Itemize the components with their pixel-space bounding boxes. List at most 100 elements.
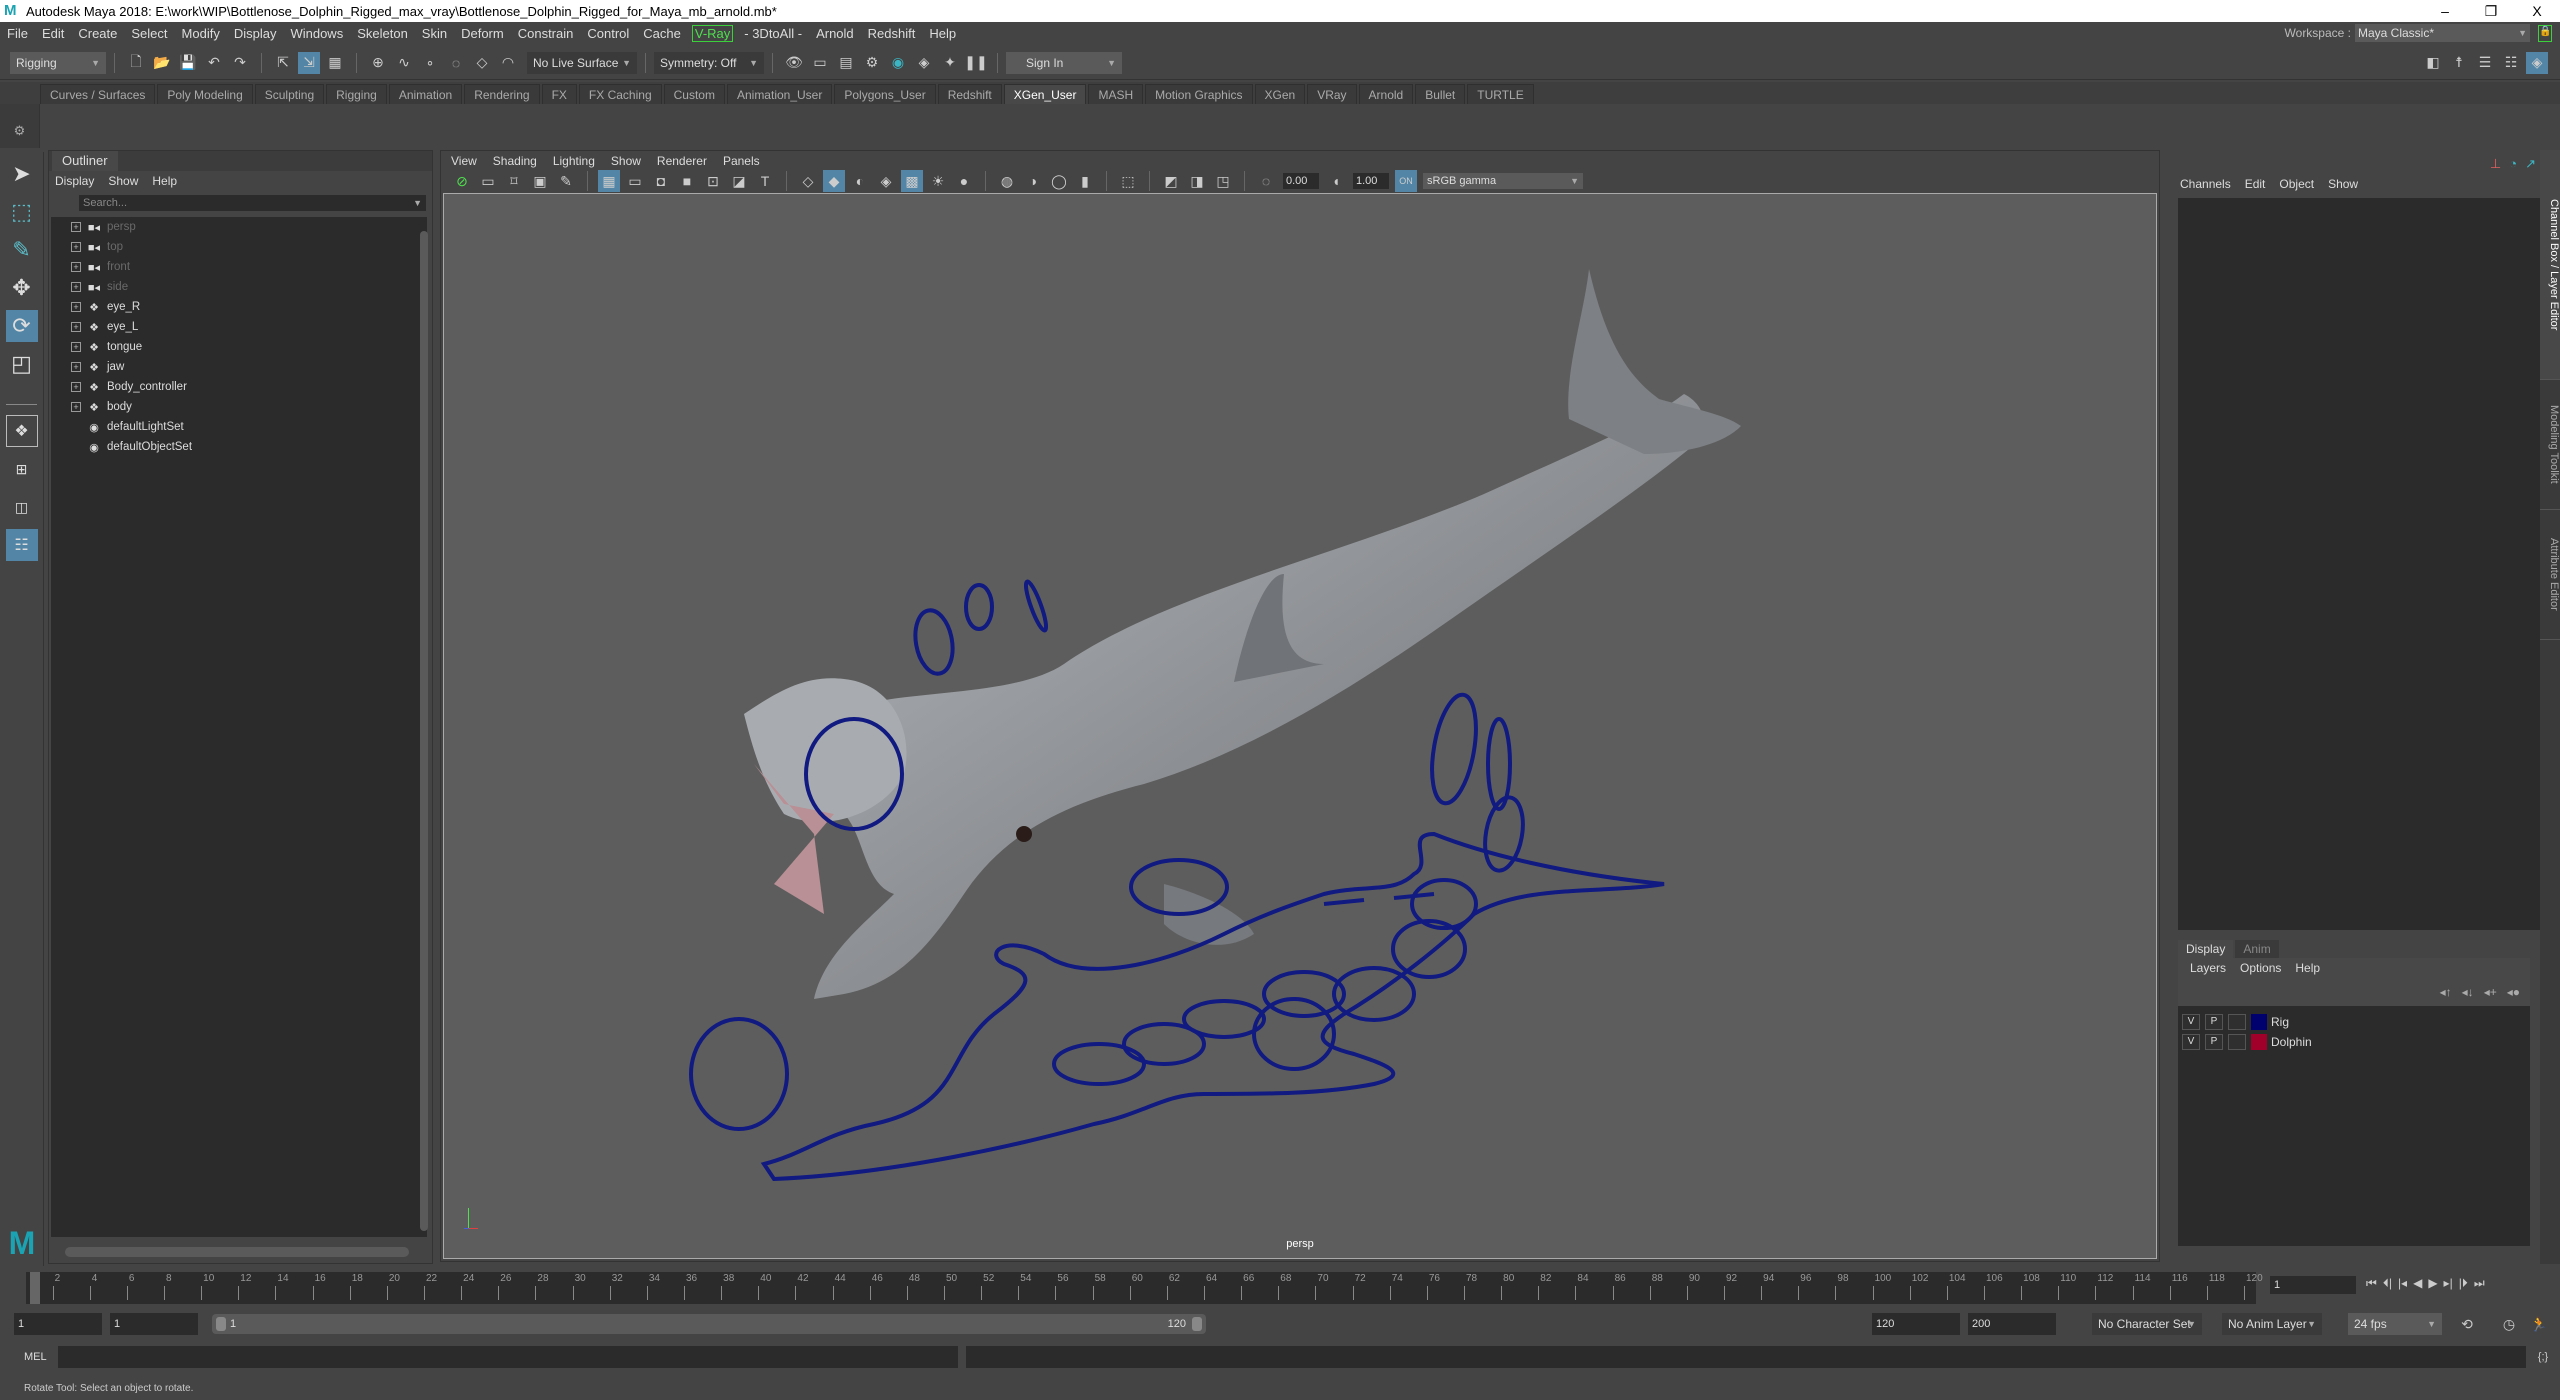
menu-set-dropdown[interactable]: Rigging: [10, 51, 106, 74]
paint-select-tool-icon[interactable]: ✎: [6, 234, 38, 266]
menu-cache[interactable]: Cache: [636, 26, 688, 41]
script-editor-icon[interactable]: {;}: [2532, 1346, 2554, 1368]
render-settings-icon[interactable]: ⚙: [861, 52, 883, 74]
snap-view-icon[interactable]: ◌: [445, 52, 467, 74]
live-surface-field[interactable]: No Live Surface: [527, 51, 637, 74]
grid-icon[interactable]: ▦: [598, 170, 620, 192]
expand-icon[interactable]: +: [71, 362, 81, 372]
shelf-tab-motion-graphics[interactable]: Motion Graphics: [1145, 84, 1253, 104]
sign-in-button[interactable]: Sign In: [1006, 51, 1122, 74]
menu-modify[interactable]: Modify: [175, 26, 227, 41]
menu-create[interactable]: Create: [71, 26, 124, 41]
side-tab-attribute-editor[interactable]: Attribute Editor: [2540, 510, 2560, 640]
shadows-icon[interactable]: ●: [953, 170, 975, 192]
minimize-button[interactable]: –: [2422, 0, 2468, 22]
play-backwards-button[interactable]: ◀: [2413, 1276, 2422, 1291]
outliner-menu-help[interactable]: Help: [152, 174, 177, 188]
outliner-item[interactable]: + ❖ body: [51, 397, 427, 417]
viewport-menu-renderer[interactable]: Renderer: [657, 154, 707, 168]
menu-help[interactable]: Help: [922, 26, 963, 41]
layer-editor-menu-options[interactable]: Options: [2240, 961, 2281, 975]
menu-windows[interactable]: Windows: [283, 26, 350, 41]
layer-display-type-toggle[interactable]: [2228, 1014, 2246, 1030]
image-plane-icon[interactable]: ▣: [529, 170, 551, 192]
menu-deform[interactable]: Deform: [454, 26, 511, 41]
snap-grid-icon[interactable]: ⊕: [367, 52, 389, 74]
outliner-layout-icon[interactable]: ☷: [5, 529, 38, 561]
expand-icon[interactable]: +: [71, 262, 81, 272]
bookmark-icon[interactable]: ⌑: [503, 170, 525, 192]
wireframe-on-shaded-icon[interactable]: ◈: [875, 170, 897, 192]
new-layer-from-selection-icon[interactable]: ◂●: [2507, 985, 2520, 999]
close-button[interactable]: X: [2514, 0, 2560, 22]
channel-box-icon[interactable]: ◈: [2526, 51, 2548, 74]
select-object-icon[interactable]: ⇲: [298, 51, 320, 74]
layer-row[interactable]: V P Dolphin: [2178, 1032, 2530, 1052]
outliner-item[interactable]: + ■◂ front: [51, 257, 427, 277]
xray-joints-icon[interactable]: ◳: [1212, 170, 1234, 192]
layer-editor-tab-display[interactable]: Display: [2178, 940, 2234, 958]
range-bar[interactable]: 1 120: [212, 1314, 1206, 1334]
persp-outliner-layout-icon[interactable]: ◫: [6, 491, 38, 523]
modeling-toolkit-icon[interactable]: ◧: [2422, 52, 2444, 74]
outliner-item[interactable]: ◉ defaultLightSet: [51, 417, 427, 437]
menu-control[interactable]: Control: [580, 26, 636, 41]
lights-icon[interactable]: ☀: [927, 170, 949, 192]
field-chart-icon[interactable]: ⊡: [702, 170, 724, 192]
outliner-search-input[interactable]: Search...: [79, 195, 426, 211]
exposure-icon[interactable]: ◌: [1255, 170, 1277, 192]
speed-icon[interactable]: ◔: [2509, 156, 2517, 172]
animation-start-field[interactable]: 1: [14, 1313, 102, 1335]
expand-icon[interactable]: +: [71, 282, 81, 292]
camera-attributes-icon[interactable]: ▭: [477, 170, 499, 192]
resolution-gate-icon[interactable]: ◘: [650, 170, 672, 192]
safe-action-icon[interactable]: ◪: [728, 170, 750, 192]
layer-playback-toggle[interactable]: P: [2205, 1034, 2223, 1050]
go-to-end-button[interactable]: ⏭: [2474, 1276, 2485, 1291]
expand-icon[interactable]: +: [71, 222, 81, 232]
outliner-item[interactable]: + ❖ eye_R: [51, 297, 427, 317]
shelf-tab-redshift[interactable]: Redshift: [937, 84, 1002, 104]
expand-icon[interactable]: +: [71, 322, 81, 332]
symmetry-dropdown[interactable]: Symmetry: Off: [654, 51, 764, 74]
hyper-icon[interactable]: ↗: [2525, 156, 2536, 172]
anti-aliasing-icon[interactable]: ◯: [1048, 170, 1070, 192]
shelf-tab-rendering[interactable]: Rendering: [464, 84, 540, 104]
grease-pencil-icon[interactable]: ✎: [555, 170, 577, 192]
snap-curve-icon[interactable]: ∿: [393, 52, 415, 74]
layer-visibility-toggle[interactable]: V: [2182, 1034, 2200, 1050]
select-hierarchy-icon[interactable]: ⇱: [272, 52, 294, 74]
expand-icon[interactable]: +: [71, 382, 81, 392]
step-forward-key-button[interactable]: ▸|: [2444, 1276, 2453, 1291]
manipulator-icon[interactable]: ⊥: [2490, 156, 2501, 172]
anim-layer-dropdown[interactable]: No Anim Layer: [2222, 1313, 2322, 1335]
film-gate-icon[interactable]: ▭: [624, 170, 646, 192]
channel-box-menu-object[interactable]: Object: [2279, 177, 2314, 191]
shelf-tab-polygons-user[interactable]: Polygons_User: [834, 84, 936, 104]
color-space-dropdown[interactable]: sRGB gamma: [1423, 173, 1583, 189]
layer-visibility-toggle[interactable]: V: [2182, 1014, 2200, 1030]
shelf-tab-fx-caching[interactable]: FX Caching: [578, 84, 662, 104]
shelf-tab-xgen-user[interactable]: XGen_User: [1003, 84, 1087, 104]
outliner-item[interactable]: + ❖ Body_controller: [51, 377, 427, 397]
lock-icon[interactable]: 🔒: [2538, 25, 2552, 42]
layer-color-swatch[interactable]: [2251, 1014, 2267, 1030]
wireframe-icon[interactable]: ◇: [797, 170, 819, 192]
undo-icon[interactable]: ↶: [203, 52, 225, 74]
play-forwards-button[interactable]: ▶: [2428, 1276, 2437, 1291]
menu-skeleton[interactable]: Skeleton: [350, 26, 415, 41]
shelf-tab-fx[interactable]: FX: [541, 84, 577, 104]
animation-end-field[interactable]: 200: [1968, 1313, 2056, 1335]
shelf-tab-turtle[interactable]: TURTLE: [1467, 84, 1534, 104]
range-start-handle[interactable]: [216, 1317, 226, 1331]
shelf-tab-animation[interactable]: Animation: [388, 84, 463, 104]
select-component-icon[interactable]: ▦: [324, 52, 346, 74]
smooth-shade-icon[interactable]: ◆: [823, 170, 845, 192]
side-tab-modeling-toolkit[interactable]: Modeling Toolkit: [2540, 380, 2560, 510]
channel-box-menu-edit[interactable]: Edit: [2245, 177, 2266, 191]
textured-icon[interactable]: ▩: [901, 170, 923, 192]
go-to-start-button[interactable]: ⏮: [2366, 1276, 2377, 1291]
outliner-item[interactable]: + ■◂ side: [51, 277, 427, 297]
select-camera-icon[interactable]: ⊘: [451, 170, 473, 192]
outliner-menu-show[interactable]: Show: [108, 174, 138, 188]
